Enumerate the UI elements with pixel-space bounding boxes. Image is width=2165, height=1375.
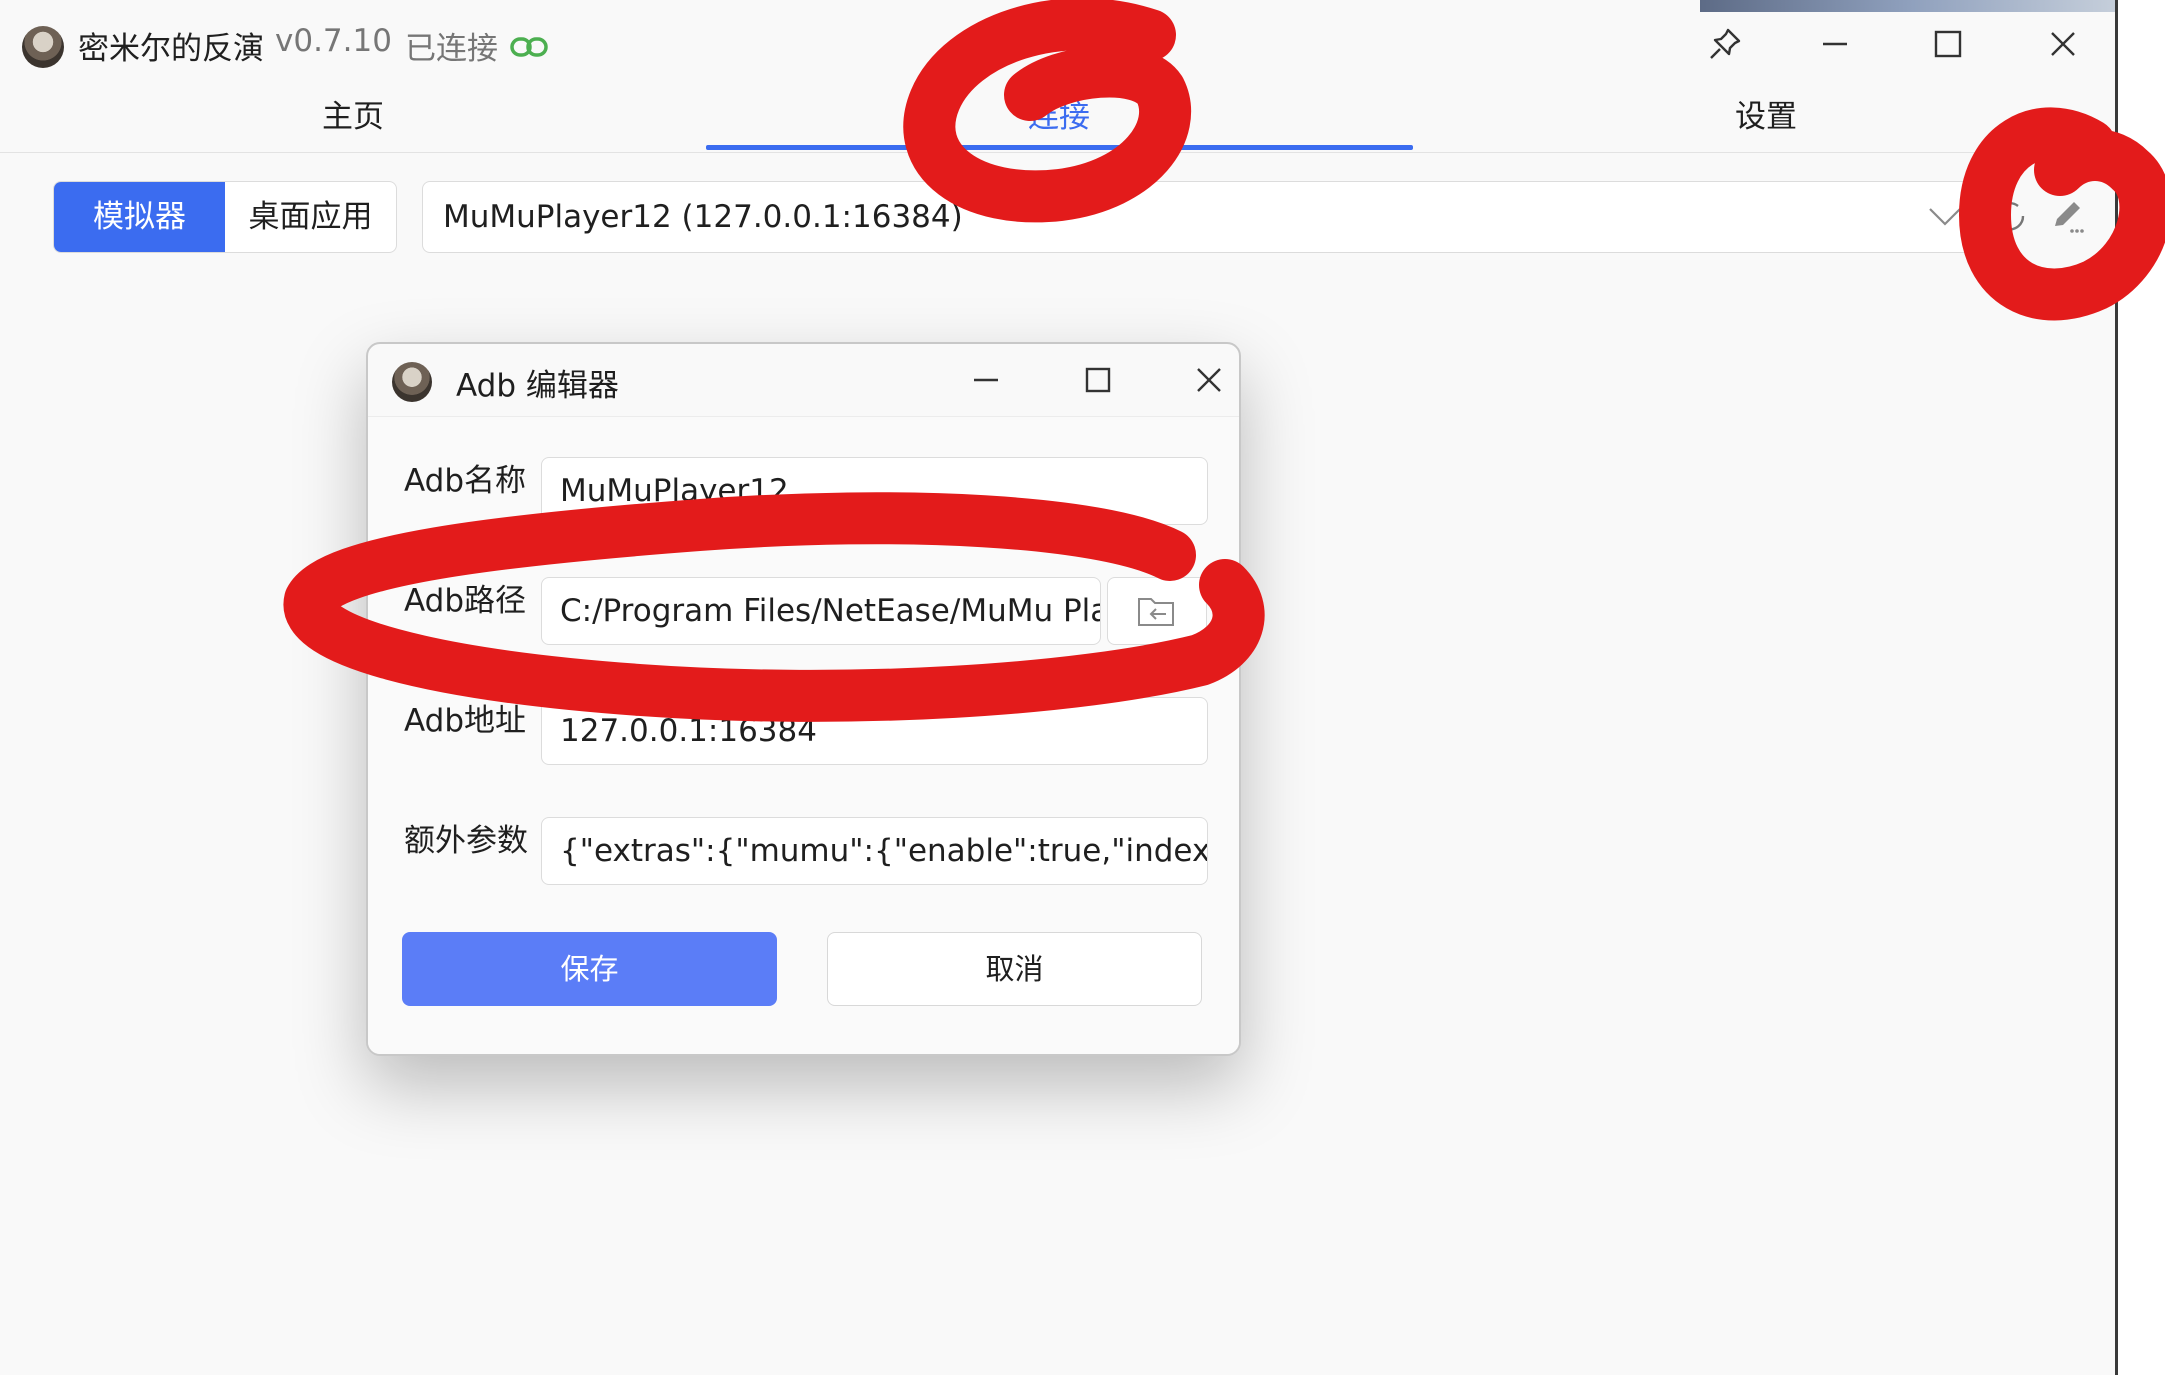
tab-home[interactable]: 主页 <box>0 82 706 152</box>
title-bar: 密米尔的反演 v0.7.10 已连接 <box>0 10 2115 82</box>
connection-mode-toggle: 模拟器 桌面应用 <box>53 181 397 253</box>
maximize-button[interactable] <box>1913 14 1983 74</box>
tab-connect[interactable]: 连接 <box>706 82 1412 152</box>
adb-address-input[interactable]: 127.0.0.1:16384 <box>541 697 1208 765</box>
adb-name-input[interactable]: MuMuPlayer12 <box>541 457 1208 525</box>
extra-params-value: {"extras":{"mumu":{"enable":true,"index"… <box>560 833 1208 869</box>
extra-params-label: 额外参数 <box>404 823 528 859</box>
close-icon <box>2051 32 2075 56</box>
close-icon <box>1197 368 1221 392</box>
tab-settings[interactable]: 设置 <box>1413 82 2115 152</box>
maximize-icon <box>1085 367 1111 393</box>
dialog-title: Adb 编辑器 <box>456 368 619 404</box>
dialog-close-button[interactable] <box>1176 352 1239 408</box>
close-button[interactable] <box>2028 14 2098 74</box>
adb-address-label: Adb地址 <box>404 703 527 739</box>
main-window: 密米尔的反演 v0.7.10 已连接 主页 连接 设置 模拟器 桌面应用 MuM… <box>0 0 2118 1375</box>
device-select-value: MuMuPlayer12 (127.0.0.1:16384) <box>443 199 963 235</box>
minimize-icon <box>1823 42 1847 46</box>
mode-emulator-button[interactable]: 模拟器 <box>54 182 225 252</box>
adb-address-value: 127.0.0.1:16384 <box>560 713 817 749</box>
extra-params-input[interactable]: {"extras":{"mumu":{"enable":true,"index"… <box>541 817 1208 885</box>
adb-path-value: C:/Program Files/NetEase/MuMu Pla <box>560 593 1101 629</box>
chevron-down-icon <box>1929 208 1961 226</box>
folder-open-icon <box>1138 598 1174 626</box>
dialog-title-bar: Adb 编辑器 <box>368 344 1239 416</box>
save-button[interactable]: 保存 <box>402 932 777 1006</box>
dialog-maximize-button[interactable] <box>1065 352 1131 408</box>
minimize-icon <box>974 378 998 382</box>
desktop-background <box>2120 0 2165 1375</box>
dialog-minimize-button[interactable] <box>953 352 1019 408</box>
connection-status: 已连接 <box>405 31 498 67</box>
pin-icon <box>1710 28 1741 59</box>
adb-name-label: Adb名称 <box>404 463 527 499</box>
maximize-icon <box>1934 30 1962 58</box>
browse-folder-button[interactable] <box>1107 577 1207 645</box>
adb-name-value: MuMuPlayer12 <box>560 473 789 509</box>
app-title: 密米尔的反演 <box>78 31 264 67</box>
app-version: v0.7.10 <box>275 23 392 59</box>
refresh-icon[interactable] <box>1990 196 2030 236</box>
app-avatar-icon <box>22 26 64 68</box>
pin-button[interactable] <box>1690 14 1760 74</box>
edit-pencil-icon[interactable] <box>2045 194 2089 238</box>
minimize-button[interactable] <box>1800 14 1870 74</box>
link-icon <box>510 37 548 57</box>
adb-path-input[interactable]: C:/Program Files/NetEase/MuMu Pla <box>541 577 1101 645</box>
tab-bar: 主页 连接 设置 <box>0 82 2115 153</box>
mode-desktop-app-button[interactable]: 桌面应用 <box>225 182 396 252</box>
dialog-app-avatar-icon <box>392 362 432 402</box>
adb-path-label: Adb路径 <box>404 583 527 619</box>
device-select[interactable]: MuMuPlayer12 (127.0.0.1:16384) <box>422 181 1982 253</box>
active-tab-indicator <box>706 145 1413 150</box>
cancel-button[interactable]: 取消 <box>827 932 1202 1006</box>
